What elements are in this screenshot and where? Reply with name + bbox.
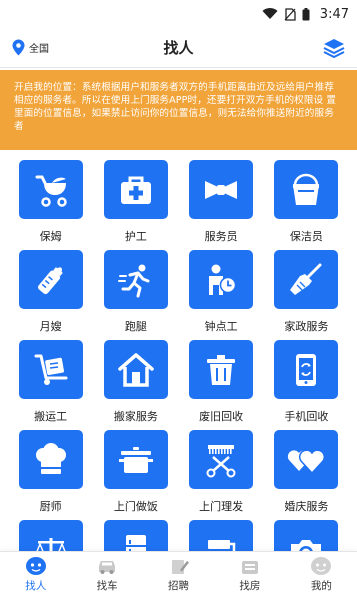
chef-hat-icon: [35, 442, 66, 474]
broom-icon: [290, 263, 322, 295]
service-label: 钟点工: [204, 320, 238, 333]
service-item-home-cooking[interactable]: 上门做饭: [93, 426, 178, 514]
service-tile: [18, 340, 83, 399]
status-bar: 3:47: [0, 0, 357, 28]
service-item-errand[interactable]: 跑腿: [93, 246, 178, 334]
service-label: 服务员: [204, 230, 238, 243]
service-tile: [274, 160, 339, 219]
service-tile: [189, 430, 254, 489]
tab-label: 找人: [25, 580, 47, 592]
stroller-icon: [35, 175, 67, 207]
location-pin-icon: [12, 39, 25, 56]
location-selector[interactable]: 全国: [12, 39, 92, 56]
service-tile: [274, 340, 339, 399]
phone-recycle-icon: [296, 353, 317, 386]
service-label: 保姆: [39, 230, 62, 243]
service-label: 保洁员: [289, 230, 323, 243]
runner-icon: [117, 264, 150, 297]
bucket-icon: [293, 173, 320, 205]
service-item-hourly-worker[interactable]: 钟点工: [179, 246, 264, 334]
profile-icon: [311, 557, 332, 575]
service-label: 上门理发: [199, 500, 244, 513]
trash-can-icon: [207, 354, 236, 385]
service-tile: [103, 340, 168, 399]
service-label: 搬家服务: [113, 410, 158, 423]
service-label: 月嫂: [39, 320, 62, 333]
tab-mine[interactable]: 我的: [286, 552, 357, 597]
medical-kit-icon: [120, 176, 151, 204]
house-tab-icon: [241, 561, 258, 574]
tab-label: 我的: [310, 580, 332, 592]
cooking-pot-icon: [118, 446, 153, 473]
service-item-wedding[interactable]: 婚庆服务: [264, 426, 349, 514]
service-item-caregiver[interactable]: 护工: [93, 156, 178, 244]
service-tile: [274, 430, 339, 489]
service-label: 手机回收: [284, 410, 329, 423]
service-item-moving[interactable]: 搬家服务: [93, 336, 178, 424]
service-item-cleaner[interactable]: 保洁员: [264, 156, 349, 244]
person-icon: [25, 557, 46, 575]
tab-find-people[interactable]: 找人: [0, 552, 71, 597]
tab-label: 找房: [239, 580, 261, 592]
hourly-worker-icon: [209, 264, 237, 295]
bottom-tab-bar: 找人 找车 招聘 找房 我的: [0, 551, 357, 597]
service-item-waiter[interactable]: 服务员: [179, 156, 264, 244]
hand-truck-icon: [34, 354, 68, 385]
pen-icon: [171, 560, 189, 574]
tab-label: 招聘: [168, 580, 190, 592]
service-item-nanny[interactable]: 保姆: [8, 156, 93, 244]
service-label: 废旧回收: [199, 410, 244, 423]
no-sim-icon: [284, 7, 296, 21]
service-item-housekeeping[interactable]: 家政服务: [264, 246, 349, 334]
bow-tie-icon: [205, 180, 238, 199]
status-icons: 3:47: [262, 7, 349, 22]
page-title: 找人: [163, 39, 194, 57]
service-item-phone-recycling[interactable]: 手机回收: [264, 336, 349, 424]
service-tile: [189, 160, 254, 219]
wifi-icon: [262, 8, 278, 19]
layers-button[interactable]: [265, 38, 345, 58]
location-label: 全国: [29, 44, 49, 55]
service-tile: [103, 250, 168, 309]
service-item-recycling[interactable]: 废旧回收: [179, 336, 264, 424]
scissors-comb-icon: [206, 444, 236, 477]
service-tile: [189, 340, 254, 399]
service-label: 家政服务: [284, 320, 329, 333]
status-time: 3:47: [319, 6, 349, 22]
layers-icon: [323, 38, 345, 58]
service-grid: 保姆 护工 服务员 保洁员 月嫂 跑腿 钟点工 家政服务 搬运工 搬家服务 废旧…: [0, 150, 357, 597]
service-label: 护工: [124, 230, 147, 243]
service-label: 婚庆服务: [284, 500, 329, 513]
service-item-maternity-nurse[interactable]: 月嫂: [8, 246, 93, 334]
service-label: 搬运工: [34, 410, 68, 423]
tab-find-house[interactable]: 找房: [214, 552, 285, 597]
tab-label: 找车: [96, 580, 118, 592]
service-tile: [18, 250, 83, 309]
service-tile: [189, 250, 254, 309]
tab-recruit[interactable]: 招聘: [143, 552, 214, 597]
service-label: 跑腿: [124, 320, 147, 333]
service-tile: [103, 430, 168, 489]
service-item-chef[interactable]: 厨师: [8, 426, 93, 514]
service-tile: [103, 160, 168, 219]
service-item-home-haircut[interactable]: 上门理发: [179, 426, 264, 514]
service-label: 厨师: [39, 500, 62, 513]
service-item-porter[interactable]: 搬运工: [8, 336, 93, 424]
baby-bottle-icon: [37, 266, 63, 294]
service-tile: [18, 430, 83, 489]
house-icon: [118, 352, 154, 387]
service-tile: [274, 250, 339, 309]
hearts-icon: [288, 448, 326, 474]
car-icon: [99, 561, 116, 574]
service-tile: [18, 160, 83, 219]
battery-icon: [302, 7, 310, 20]
location-notice: 开启我的位置：系统根据用户和服务者双方的手机距离由近及远给用户推荐 相应的服务者…: [0, 70, 357, 150]
header: 全国 找人: [0, 28, 357, 68]
tab-find-car[interactable]: 找车: [71, 552, 142, 597]
service-label: 上门做饭: [113, 500, 158, 513]
